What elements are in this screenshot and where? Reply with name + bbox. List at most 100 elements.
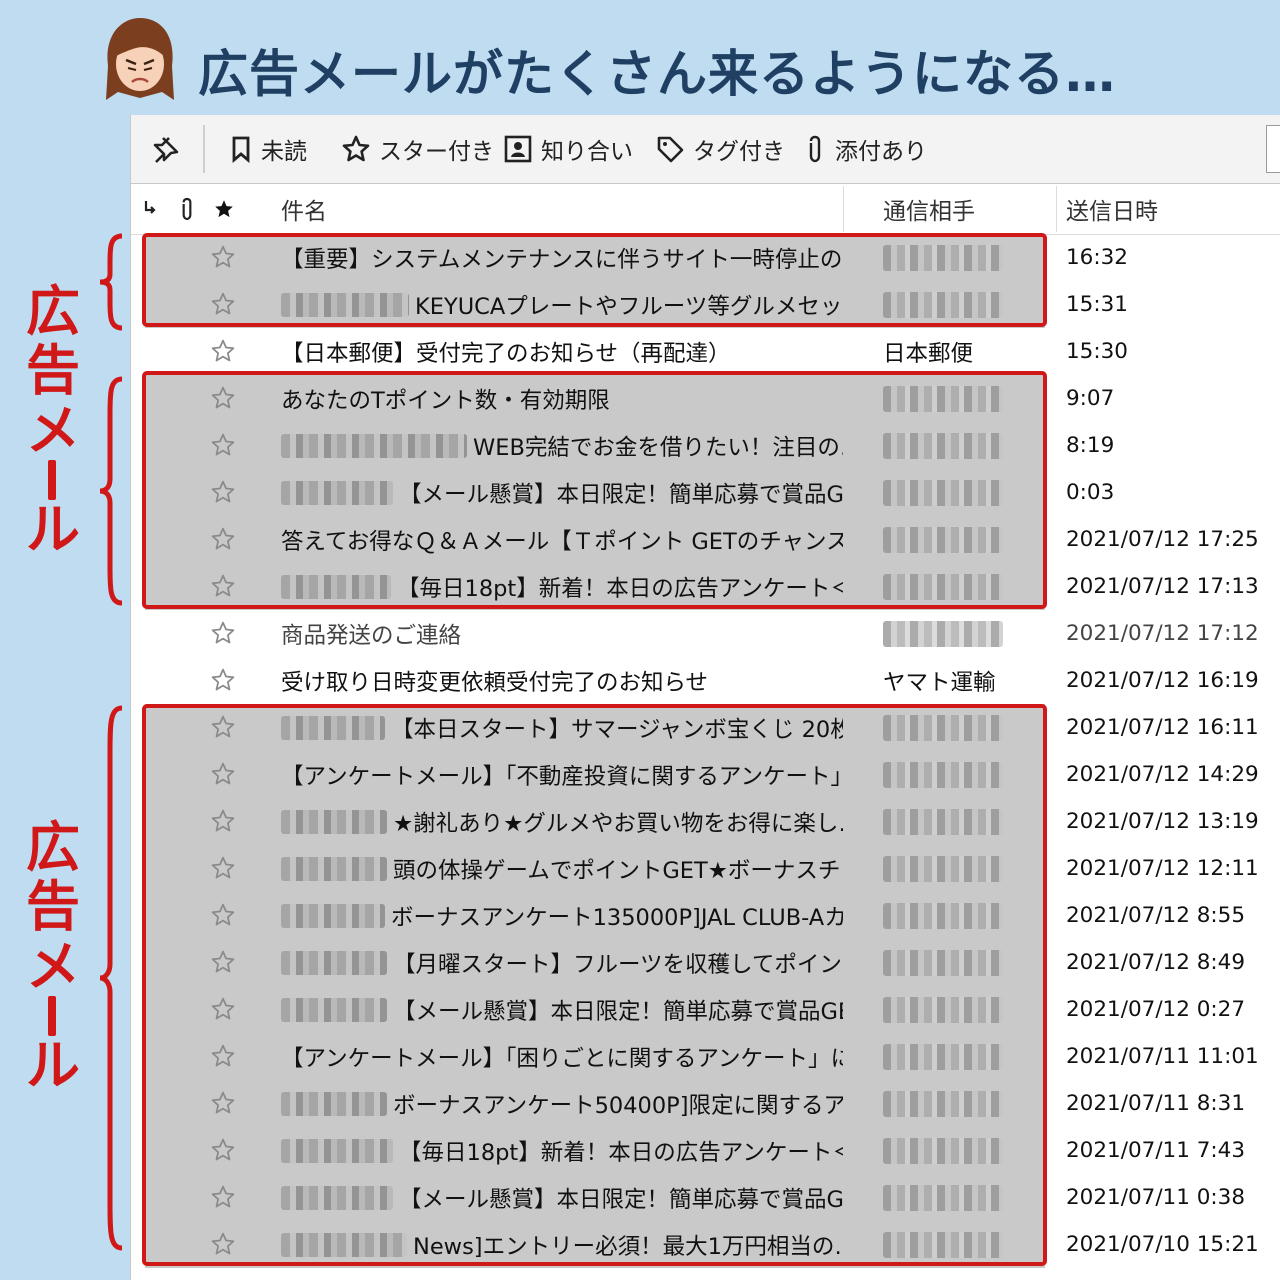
message-date: 2021/07/12 17:12: [1066, 621, 1259, 646]
redacted-text: [281, 1138, 393, 1163]
message-subject: 【本日スタート】サマージャンボ宝くじ 20枚当た…: [281, 704, 843, 751]
message-row[interactable]: ボーナスアンケート135000P]JAL CLUB-Aカード… 2021/07/1…: [131, 892, 1280, 939]
redacted-sender: [883, 573, 1003, 600]
thread-icon: [144, 201, 156, 214]
star-toggle-icon[interactable]: [210, 291, 236, 317]
sender-column-header[interactable]: 通信相手: [883, 184, 975, 234]
quick-filter-toolbar: 未読 スター付き 知り合い タグ付き 添付あり: [131, 115, 1280, 184]
filter-contacts-button[interactable]: 知り合い: [503, 131, 633, 167]
star-toggle-icon[interactable]: [210, 385, 236, 411]
star-column-header[interactable]: [213, 184, 237, 234]
message-row[interactable]: ボーナスアンケート50400P]限定に関するアンケ… 2021/07/11 8:3…: [131, 1080, 1280, 1127]
message-subject: KEYUCAプレートやフルーツ等グルメセットが…: [281, 281, 843, 328]
star-toggle-icon[interactable]: [210, 1231, 236, 1257]
star-toggle-icon[interactable]: [210, 667, 236, 693]
redacted-text: [281, 1232, 407, 1257]
redacted-text: [281, 433, 467, 458]
filter-tagged-button[interactable]: タグ付き: [655, 131, 785, 167]
message-subject-text: 【毎日18pt】新着！本日の広告アンケート＜7…: [399, 1139, 843, 1166]
message-subject-text: 【メール懸賞】本日限定！簡単応募で賞品GE…: [399, 481, 843, 508]
message-sender: [883, 1080, 1048, 1127]
redacted-sender: [883, 1043, 1003, 1070]
message-subject-text: 【本日スタート】サマージャンボ宝くじ 20枚当た…: [391, 716, 843, 743]
message-row[interactable]: 【メール懸賞】本日限定！簡単応募で賞品GE… 2021/07/11 0:38: [131, 1174, 1280, 1221]
message-date: 2021/07/11 8:31: [1066, 1091, 1246, 1116]
message-row[interactable]: あなたのTポイント数・有効期限 9:07: [131, 375, 1280, 422]
message-row[interactable]: WEB完結でお金を借りたい！注目の… 8:19: [131, 422, 1280, 469]
star-toggle-icon[interactable]: [210, 902, 236, 928]
date-column-header[interactable]: 送信日時: [1066, 184, 1158, 234]
ad-label-part: 広: [26, 816, 80, 879]
message-subject-text: ★謝礼あり★グルメやお買い物をお得に楽し…: [393, 810, 843, 837]
message-subject-text: 【重要】システムメンテナンスに伴うサイト一時停止のお知ら…: [281, 246, 843, 273]
redacted-sender: [883, 902, 1003, 929]
message-subject-text: KEYUCAプレートやフルーツ等グルメセットが…: [415, 293, 843, 320]
star-toggle-icon[interactable]: [210, 620, 236, 646]
paperclip-icon: [809, 135, 821, 163]
ad-label-part: ル: [26, 498, 80, 562]
message-row[interactable]: 【アンケートメール】「不動産投資に関するアンケート」にご協… 2021/07/12…: [131, 751, 1280, 798]
star-toggle-icon[interactable]: [210, 479, 236, 505]
message-sender: [883, 1127, 1048, 1174]
star-toggle-icon[interactable]: [210, 1090, 236, 1116]
message-row[interactable]: 頭の体操ゲームでポイントGET★ボーナスチャン… 2021/07/12 12:11: [131, 845, 1280, 892]
message-row[interactable]: ★謝礼あり★グルメやお買い物をお得に楽し… 2021/07/12 13:19: [131, 798, 1280, 845]
column-separator: [1056, 186, 1057, 232]
star-toggle-icon[interactable]: [210, 526, 236, 552]
star-toggle-icon[interactable]: [210, 338, 236, 364]
subject-column-header[interactable]: 件名: [281, 184, 327, 234]
redacted-text: [281, 715, 385, 740]
message-row[interactable]: 【日本郵便】受付完了のお知らせ（再配達） 日本郵便 15:30: [131, 328, 1280, 375]
star-toggle-icon[interactable]: [210, 855, 236, 881]
ad-label-bar: [22, 460, 84, 501]
quick-filter-search-input[interactable]: [1266, 125, 1280, 173]
message-row[interactable]: News]エントリー必須！最大1万円相当の… 2021/07/10 15:21: [131, 1221, 1280, 1268]
star-toggle-icon[interactable]: [210, 244, 236, 270]
message-subject: あなたのTポイント数・有効期限: [281, 375, 843, 422]
message-sender: [883, 563, 1048, 610]
attachment-column-header[interactable]: [177, 184, 201, 234]
message-row[interactable]: 【メール懸賞】本日限定！簡単応募で賞品GE… 2021/07/12 0:27: [131, 986, 1280, 1033]
filter-attachment-label: 添付あり: [835, 139, 927, 165]
pin-filter-button[interactable]: [151, 131, 189, 167]
column-separator: [843, 186, 844, 232]
star-toggle-icon[interactable]: [210, 1137, 236, 1163]
filter-unread-button[interactable]: 未読: [229, 131, 307, 167]
star-toggle-icon[interactable]: [210, 432, 236, 458]
message-row[interactable]: 答えてお得なＱ＆Ａメール【Ｔポイント GETのチャンス】 2021/07/12 1…: [131, 516, 1280, 563]
message-subject: ボーナスアンケート135000P]JAL CLUB-Aカード…: [281, 892, 843, 939]
bookmark-icon: [232, 136, 250, 163]
star-toggle-icon[interactable]: [210, 714, 236, 740]
message-row[interactable]: 商品発送のご連絡 2021/07/12 17:12: [131, 610, 1280, 657]
filter-unread-label: 未読: [261, 139, 307, 165]
ad-label-part: 告: [26, 339, 80, 403]
message-row[interactable]: 【メール懸賞】本日限定！簡単応募で賞品GE… 0:03: [131, 469, 1280, 516]
redacted-sender: [883, 1090, 1003, 1117]
message-row[interactable]: KEYUCAプレートやフルーツ等グルメセットが… 15:31: [131, 281, 1280, 328]
message-row[interactable]: 【重要】システムメンテナンスに伴うサイト一時停止のお知ら… 16:32: [131, 234, 1280, 281]
message-row[interactable]: 【毎日18pt】新着！本日の広告アンケート＜7… 2021/07/11 7:43: [131, 1127, 1280, 1174]
message-sender: [883, 892, 1048, 939]
message-sender: [883, 704, 1048, 751]
filter-starred-button[interactable]: スター付き: [341, 131, 494, 167]
star-toggle-icon[interactable]: [210, 761, 236, 787]
filter-attachment-button[interactable]: 添付あり: [803, 131, 927, 167]
message-row[interactable]: 【本日スタート】サマージャンボ宝くじ 20枚当た… 2021/07/12 16:1…: [131, 704, 1280, 751]
star-toggle-icon[interactable]: [210, 808, 236, 834]
redacted-sender: [883, 244, 1003, 271]
message-row[interactable]: 【アンケートメール】「困りごとに関するアンケート」にご協力く… 2021/07/1…: [131, 1033, 1280, 1080]
headline-banner: 広告メールがたくさん来るようになる…: [100, 14, 1260, 110]
message-subject: 【メール懸賞】本日限定！簡単応募で賞品GE…: [281, 1174, 843, 1221]
message-row[interactable]: 【毎日18pt】新着！本日の広告アンケート＜7… 2021/07/12 17:13: [131, 563, 1280, 610]
message-subject: 【メール懸賞】本日限定！簡単応募で賞品GE…: [281, 986, 843, 1033]
star-toggle-icon[interactable]: [210, 573, 236, 599]
message-row[interactable]: 【月曜スタート】フルーツを収穫してポイントGET☆ 2021/07/12 8:49: [131, 939, 1280, 986]
message-sender: [883, 751, 1048, 798]
message-row[interactable]: 受け取り日時変更依頼受付完了のお知らせ ヤマト運輸 2021/07/12 16:19: [131, 657, 1280, 704]
star-toggle-icon[interactable]: [210, 949, 236, 975]
star-toggle-icon[interactable]: [210, 1184, 236, 1210]
star-toggle-icon[interactable]: [210, 1043, 236, 1069]
brace-group-2: [99, 376, 123, 606]
star-toggle-icon[interactable]: [210, 996, 236, 1022]
thread-column-header[interactable]: [143, 184, 163, 234]
